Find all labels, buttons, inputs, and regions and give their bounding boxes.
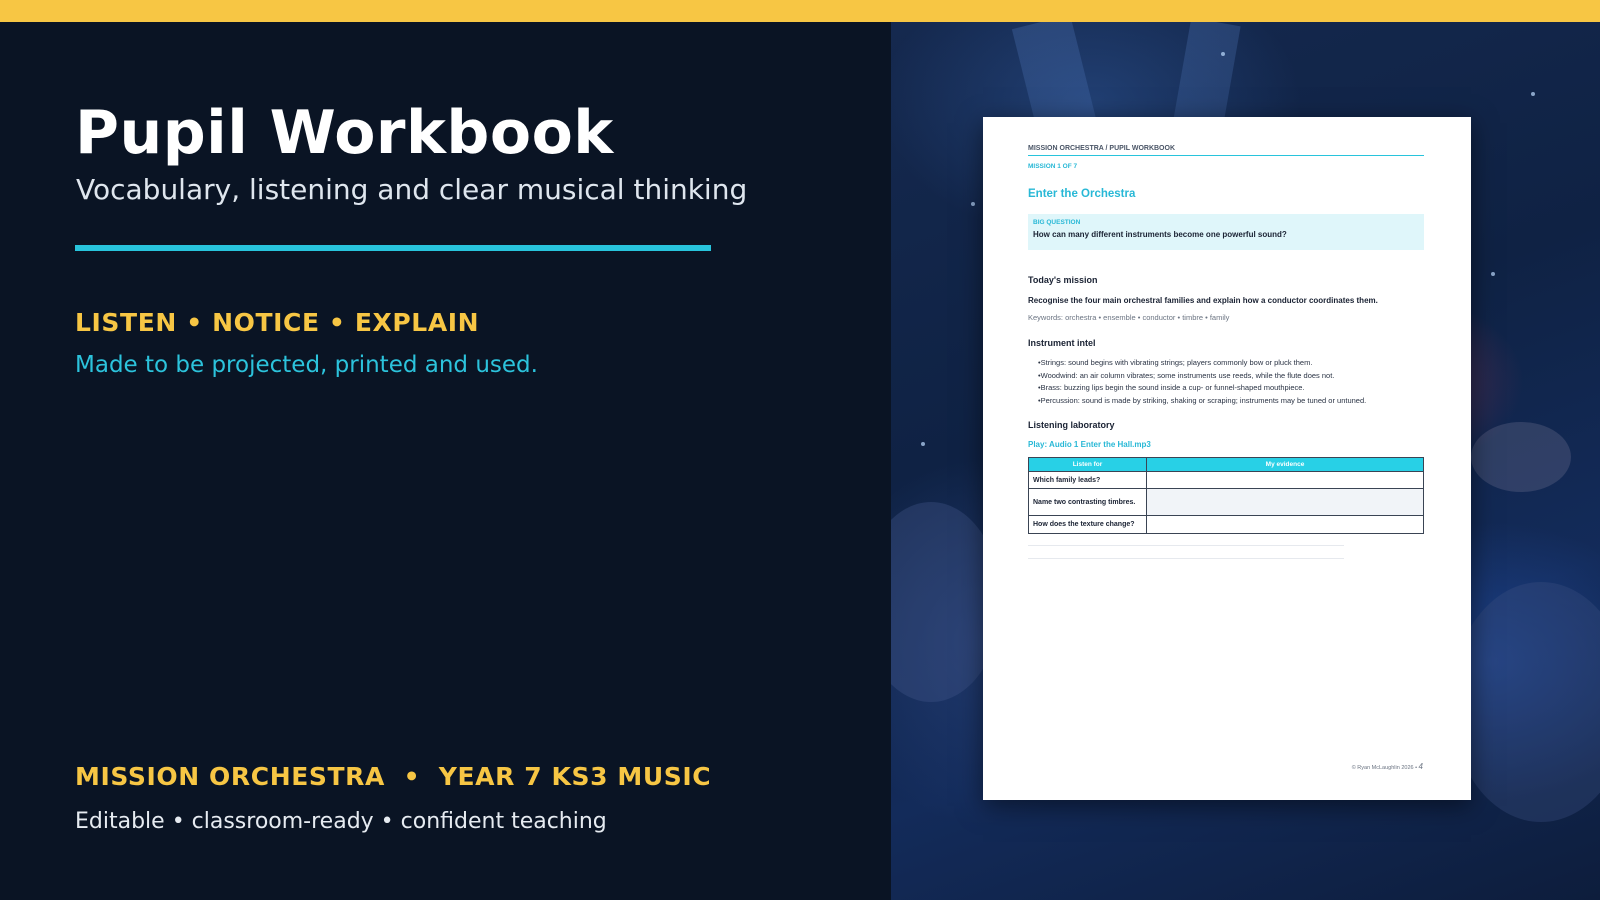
- product-features: Editable • classroom-ready • confident t…: [75, 809, 607, 834]
- audio-play-label: Play: Audio 1 Enter the Hall.mp3: [1028, 440, 1151, 449]
- doc-footer: © Ryan McLaughlin 2026 • 4: [1352, 762, 1423, 771]
- sparkle: [921, 442, 925, 446]
- keywords-line: Keywords: orchestra • ensemble • conduct…: [1028, 313, 1230, 322]
- table-cell-evidence[interactable]: [1146, 488, 1424, 516]
- sparkle: [1531, 92, 1535, 96]
- top-accent-bar: [0, 0, 1600, 22]
- instrument-intel-heading: Instrument intel: [1028, 338, 1096, 348]
- table-cell-evidence[interactable]: [1146, 471, 1424, 489]
- drum-silhouette: [1471, 422, 1571, 492]
- workbook-page-preview: MISSION ORCHESTRA / PUPIL WORKBOOK MISSI…: [983, 117, 1471, 800]
- writing-line: [1028, 545, 1344, 546]
- listening-table: Listen for My evidence Which family lead…: [1028, 457, 1424, 534]
- table-cell-evidence[interactable]: [1146, 515, 1424, 534]
- listening-lab-heading: Listening laboratory: [1028, 420, 1115, 430]
- tagline-subtext: Made to be projected, printed and used.: [75, 352, 538, 378]
- page-subtitle: Vocabulary, listening and clear musical …: [76, 173, 748, 206]
- product-line: MISSION ORCHESTRA • YEAR 7 KS3 MUSIC: [75, 762, 712, 791]
- title-divider: [75, 245, 711, 251]
- big-question-label: BIG QUESTION: [1033, 219, 1081, 226]
- sparkle: [1491, 272, 1495, 276]
- sparkle: [1221, 52, 1225, 56]
- tagline: LISTEN • NOTICE • EXPLAIN: [75, 308, 480, 337]
- page-title: Pupil Workbook: [75, 98, 614, 168]
- page-number: 4: [1418, 762, 1423, 771]
- table-cell-question: How does the texture change?: [1028, 515, 1147, 534]
- table-header-row: Listen for My evidence: [1028, 457, 1424, 472]
- table-header: My evidence: [1146, 457, 1424, 472]
- doc-header-rule: [1028, 155, 1424, 156]
- list-item: Woodwind: an air column vibrates; some i…: [1038, 370, 1366, 383]
- todays-mission-heading: Today's mission: [1028, 275, 1098, 285]
- table-header: Listen for: [1028, 457, 1147, 472]
- list-item: Brass: buzzing lips begin the sound insi…: [1038, 382, 1366, 395]
- table-cell-question: Which family leads?: [1028, 471, 1147, 489]
- brass-player-silhouette: [1451, 582, 1600, 822]
- doc-mission-number: MISSION 1 OF 7: [1028, 163, 1078, 170]
- table-row: Which family leads?: [1028, 471, 1424, 489]
- list-item: Percussion: sound is made by striking, s…: [1038, 395, 1367, 408]
- sparkle: [971, 202, 975, 206]
- table-row: How does the texture change?: [1028, 515, 1424, 534]
- big-question-text: How can many different instruments becom…: [1033, 230, 1287, 239]
- instrument-intel-list: Strings: sound begins with vibrating str…: [1038, 357, 1367, 408]
- table-cell-question: Name two contrasting timbres.: [1028, 488, 1147, 516]
- copyright-credit: © Ryan McLaughlin 2026 •: [1351, 765, 1418, 771]
- table-row: Name two contrasting timbres.: [1028, 488, 1424, 516]
- doc-running-header: MISSION ORCHESTRA / PUPIL WORKBOOK: [1028, 145, 1176, 152]
- todays-mission-text: Recognise the four main orchestral famil…: [1028, 296, 1378, 305]
- big-question-box: BIG QUESTION How can many different inst…: [1028, 214, 1424, 250]
- writing-line: [1028, 558, 1344, 559]
- doc-title: Enter the Orchestra: [1028, 188, 1136, 200]
- list-item: Strings: sound begins with vibrating str…: [1038, 357, 1366, 370]
